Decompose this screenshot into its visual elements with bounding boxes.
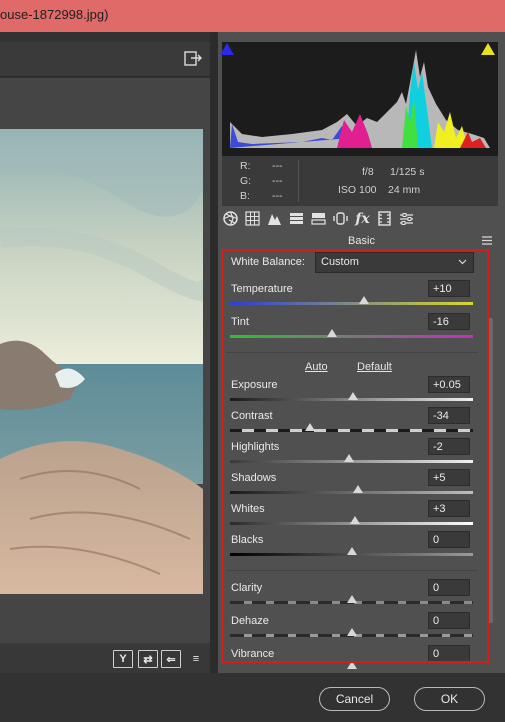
panel-title: Basic: [348, 235, 375, 247]
rgb-readout: R: G: B: --- --- --- f/8 1/125 s ISO 100…: [222, 156, 498, 206]
split-toning-icon[interactable]: [310, 210, 327, 227]
highlight-frame: [221, 249, 489, 663]
basic-aperture-icon[interactable]: [222, 210, 239, 227]
r-value: ---: [272, 160, 283, 172]
effects-icon[interactable]: fx: [354, 210, 371, 227]
swap-icon[interactable]: ⇄: [138, 650, 158, 668]
panel-menu-icon[interactable]: [482, 236, 492, 245]
g-value: ---: [272, 175, 283, 187]
camera-calibration-icon[interactable]: [376, 210, 393, 227]
aperture: f/8: [362, 166, 374, 178]
window-title: ouse-1872998.jpg): [0, 7, 109, 22]
highlight-clipping-icon[interactable]: [481, 43, 495, 55]
y-compare-icon[interactable]: Y: [113, 650, 133, 668]
r-label: R:: [240, 160, 251, 172]
panel-divider: [210, 32, 218, 673]
presets-icon[interactable]: [398, 210, 415, 227]
title-bar: ouse-1872998.jpg): [0, 0, 505, 32]
copy-settings-icon[interactable]: ⇐: [161, 650, 181, 668]
photo-preview: [0, 129, 203, 594]
detail-icon[interactable]: [266, 210, 283, 227]
shutter-speed: 1/125 s: [390, 166, 425, 178]
tone-curve-icon[interactable]: [244, 210, 261, 227]
cancel-button[interactable]: Cancel: [319, 687, 390, 711]
iso: ISO 100: [338, 184, 377, 196]
b-label: B:: [240, 190, 250, 202]
ok-button[interactable]: OK: [414, 687, 485, 711]
toggle-settings-icon[interactable]: ≡: [186, 650, 206, 668]
b-value: ---: [272, 190, 283, 202]
export-icon[interactable]: [183, 50, 203, 68]
lens-corrections-icon[interactable]: [332, 210, 349, 227]
readout-divider: [298, 160, 299, 202]
g-label: G:: [240, 175, 252, 187]
histogram: [222, 42, 498, 156]
shadow-clipping-icon[interactable]: [220, 43, 234, 55]
image-toolbar: [0, 42, 210, 77]
focal-length: 24 mm: [388, 184, 421, 196]
hsl-icon[interactable]: [288, 210, 305, 227]
